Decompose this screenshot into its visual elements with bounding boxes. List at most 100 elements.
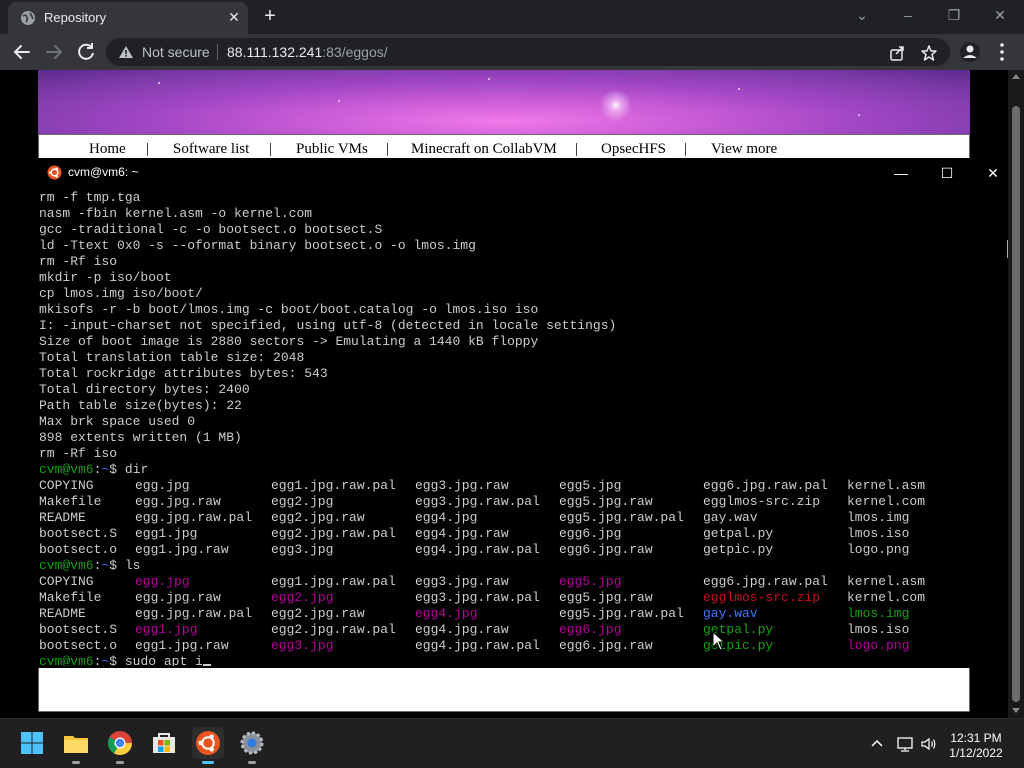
terminal-close-button[interactable]: ✕: [970, 162, 1008, 184]
file-entry: egg4.jpg: [415, 510, 478, 525]
output-line: Total translation table size: 2048: [39, 350, 997, 366]
file-entry: lmos.img: [847, 510, 910, 525]
browser-toolbar: Not secure 88.111.132.241:83/eggos/: [0, 34, 1024, 70]
taskbar-settings[interactable]: [236, 727, 268, 764]
output-line: mkdir -p iso/boot: [39, 270, 997, 286]
file-entry: lmos.img: [847, 606, 910, 621]
output-line: mkisofs -r -b boot/lmos.img -c boot/boot…: [39, 302, 997, 318]
nav-link-home[interactable]: Home: [89, 141, 126, 158]
clock-time: 12:31 PM: [950, 731, 1002, 745]
page-scrollbar[interactable]: [1008, 70, 1024, 718]
output-text: gcc -traditional -c -o bootsect.o bootse…: [39, 222, 383, 237]
output-line: Size of boot image is 2880 sectors -> Em…: [39, 334, 997, 350]
tab-close-icon[interactable]: ✕: [224, 7, 244, 27]
output-line: rm -Rf iso: [39, 446, 997, 462]
forward-arrow-icon[interactable]: [42, 40, 66, 64]
address-bar[interactable]: Not secure 88.111.132.241:83/eggos/: [106, 38, 950, 66]
file-entry: egg1.jpg: [135, 622, 198, 637]
file-entry: gay.wav: [703, 606, 758, 621]
start-button[interactable]: [16, 727, 48, 759]
text-cursor: [202, 664, 211, 666]
terminal-title: cvm@vm6: ~: [68, 165, 139, 179]
file-entry: egg5.jpg.raw.pal: [559, 606, 684, 621]
warning-icon[interactable]: [118, 45, 134, 59]
ubuntu-icon: [196, 731, 220, 755]
file-entry: egg.jpg: [135, 478, 190, 493]
file-entry: egg3.jpg.raw.pal: [415, 590, 540, 605]
back-arrow-icon[interactable]: [10, 40, 34, 64]
file-entry: COPYING: [39, 574, 94, 589]
file-entry: bootsect.o: [39, 542, 118, 557]
tab-search-button[interactable]: ⌄: [842, 4, 882, 26]
browser-close-button[interactable]: ✕: [980, 4, 1020, 26]
file-entry: kernel.asm: [847, 478, 926, 493]
page-viewport: Home | Software list | Public VMs | Mine…: [0, 70, 1008, 718]
output-text: rm -Rf iso: [39, 446, 118, 461]
taskbar-microsoft-store[interactable]: [148, 727, 180, 759]
output-line: Total rockridge attributes bytes: 543: [39, 366, 997, 382]
listing-row: bootsect.S egg1.jpg egg2.jpg.raw.pal egg4.j…: [39, 622, 997, 638]
file-entry: gay.wav: [703, 510, 758, 525]
file-entry: egglmos-src.zip: [703, 494, 821, 509]
file-entry: egg.jpg.raw.pal: [135, 606, 253, 621]
nav-link-view-more[interactable]: View more: [711, 141, 777, 158]
prompt-user: cvm@vm6: [39, 654, 94, 666]
file-entry: lmos.iso: [847, 622, 910, 637]
output-text: I: -input-charset not specified, using u…: [39, 318, 617, 333]
menu-kebab-icon[interactable]: [990, 40, 1014, 64]
file-entry: egg6.jpg.raw: [559, 542, 653, 557]
file-entry: egglmos-src.zip: [703, 590, 821, 605]
taskbar-ubuntu[interactable]: [192, 727, 224, 764]
nav-link-public-vms[interactable]: Public VMs: [296, 141, 368, 158]
nav-link-minecraft[interactable]: Minecraft on CollabVM: [411, 141, 557, 158]
terminal-minimize-button[interactable]: —: [878, 162, 924, 184]
file-entry: egg1.jpg: [135, 526, 198, 541]
output-line: cp lmos.img iso/boot/: [39, 286, 997, 302]
network-icon[interactable]: [896, 735, 914, 753]
browser-restore-button[interactable]: ❐: [934, 4, 974, 26]
banner-star: [858, 114, 860, 116]
file-entry: egg5.jpg: [559, 478, 622, 493]
input-line[interactable]: cvm@vm6:~$ sudo apt i: [39, 654, 997, 666]
chrome-icon: [107, 731, 132, 756]
file-entry: egg5.jpg.raw: [559, 494, 653, 509]
terminal-maximize-button[interactable]: ☐: [924, 162, 970, 184]
file-entry: egg4.jpg.raw.pal: [415, 542, 540, 557]
file-entry: bootsect.S: [39, 622, 118, 637]
banner-star: [338, 100, 340, 102]
output-text: rm -Rf iso: [39, 254, 118, 269]
output-text: Total rockridge attributes bytes: 543: [39, 366, 328, 381]
output-text: ld -Ttext 0x0 -s --oformat binary bootse…: [39, 238, 476, 253]
file-entry: egg.jpg.raw: [135, 590, 221, 605]
terminal-title-bar[interactable]: cvm@vm6: ~ — ☐ ✕: [38, 158, 1008, 188]
reload-icon[interactable]: [74, 40, 98, 64]
scroll-up-arrow-icon[interactable]: [1012, 74, 1020, 79]
taskbar-clock[interactable]: 12:31 PM 1/12/2022: [936, 731, 1016, 761]
file-entry: egg.jpg.raw.pal: [135, 510, 253, 525]
output-line: ld -Ttext 0x0 -s --oformat binary bootse…: [39, 238, 997, 254]
output-text: Max brk space used 0: [39, 414, 196, 429]
terminal-scrollbar[interactable]: [1000, 188, 1008, 668]
profile-avatar-icon[interactable]: [958, 40, 982, 64]
taskbar-file-explorer[interactable]: [60, 727, 92, 764]
scroll-down-arrow-icon[interactable]: [1012, 708, 1020, 713]
file-entry: getpal.py: [703, 526, 774, 541]
bookmark-star-icon[interactable]: [920, 44, 938, 62]
file-entry: egg4.jpg: [415, 606, 478, 621]
terminal-output[interactable]: rm -f tmp.tga nasm -fbin kernel.asm -o ke…: [39, 188, 997, 666]
output-text: cp lmos.img iso/boot/: [39, 286, 203, 301]
listing-row: COPYING egg.jpg egg1.jpg.raw.pal egg3.jpg.r…: [39, 574, 997, 590]
new-tab-button[interactable]: +: [258, 5, 282, 29]
page-scrollbar-thumb[interactable]: [1012, 106, 1020, 702]
terminal-window[interactable]: cvm@vm6: ~ — ☐ ✕ rm -f tmp.tga nasm -fbin…: [38, 158, 1008, 668]
prompt-user: cvm@vm6: [39, 558, 94, 573]
browser-tab[interactable]: Repository ✕: [8, 2, 248, 34]
listing-row: bootsect.o egg1.jpg.raw egg3.jpg egg4.jpg.r…: [39, 542, 997, 558]
nav-link-software-list[interactable]: Software list: [173, 141, 249, 158]
nav-link-opsechfs[interactable]: OpsecHFS: [601, 141, 666, 158]
browser-minimize-button[interactable]: –: [888, 4, 928, 26]
taskbar-chrome[interactable]: [104, 727, 136, 764]
chevron-up-icon[interactable]: [868, 735, 886, 753]
share-icon[interactable]: [888, 44, 906, 62]
file-entry: getpic.py: [703, 542, 774, 557]
